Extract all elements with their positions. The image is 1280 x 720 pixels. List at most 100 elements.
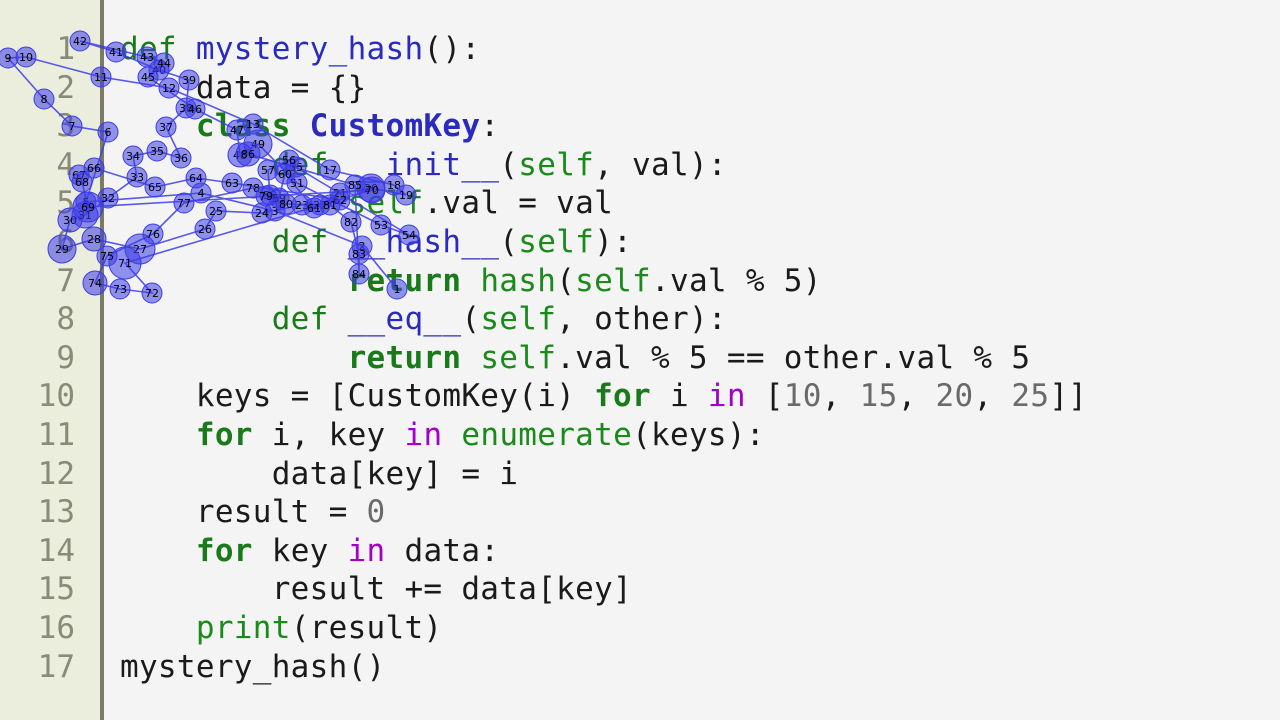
line-number: 2 [56,69,75,106]
code-line[interactable]: 2 data = {} [0,69,1280,108]
line-number: 12 [37,455,75,492]
code-line[interactable]: 7 return hash(self.val % 5) [0,262,1280,301]
code-token: mystery_hash() [120,648,386,685]
code-token: def [271,301,348,338]
line-text: for key in data: [120,532,499,571]
line-number: 5 [56,185,75,222]
code-token: .val = val [423,185,614,222]
code-line[interactable]: 3 class CustomKey: [0,107,1280,146]
line-text: result = 0 [120,493,386,532]
code-token: __hash__ [347,223,500,260]
line-number: 10 [37,378,75,415]
code-token: result = [120,494,367,531]
code-token: in [347,532,386,569]
code-line[interactable]: 13 result = 0 [0,493,1280,532]
code-line[interactable]: 17 mystery_hash() [0,648,1280,687]
line-text: return self.val % 5 == other.val % 5 [120,339,1030,378]
line-number: 15 [37,571,75,608]
code-token: : [480,108,500,145]
code-token: 0 [366,494,386,531]
code-token: self [518,223,595,260]
code-token: , [821,378,860,415]
code-token: def [120,31,196,67]
code-token: ( [556,262,576,299]
code-token: (result) [290,609,443,646]
code-line[interactable]: 6 def __hash__(self): [0,223,1280,262]
line-number: 14 [37,532,75,569]
code-line[interactable]: 1 def mystery_hash(): [0,30,1280,69]
code-token: result += data[key] [120,571,633,608]
code-line[interactable]: 12 data[key] = i [0,455,1280,494]
line-text: print(result) [120,609,442,648]
code-token: class [195,108,310,145]
code-line[interactable]: 11 for i, key in enumerate(keys): [0,416,1280,455]
code-token: 20 [935,378,974,415]
code-token: keys = [CustomKey(i) [120,378,595,415]
line-text: result += data[key] [120,570,632,609]
line-text: def mystery_hash(): [120,30,480,69]
line-number: 6 [56,223,75,260]
code-token: ( [499,223,519,260]
code-editor[interactable]: 1 def mystery_hash(): 2 data = {} 3 class C… [0,0,1280,720]
code-token: data[key] = i [120,455,519,492]
code-token: , val): [594,146,727,183]
code-token: i, key [252,416,405,453]
line-text: data = {} [120,69,367,108]
code-token: (): [423,31,481,67]
code-token: __eq__ [347,301,462,338]
code-token: mystery_hash [195,31,424,67]
code-line[interactable]: 15 result += data[key] [0,570,1280,609]
line-number: 4 [56,146,75,183]
code-area[interactable]: 1 def mystery_hash(): 2 data = {} 3 class C… [0,30,1280,686]
code-token: ( [461,301,481,338]
code-token: ): [594,223,633,260]
line-number: 11 [37,416,75,453]
line-text: self.val = val [120,184,613,223]
code-line[interactable]: 8 def __eq__(self, other): [0,300,1280,339]
code-token: in [707,378,746,415]
code-token: self [518,146,595,183]
line-text: keys = [CustomKey(i) for i in [10, 15, 2… [120,377,1087,416]
line-number: 8 [56,301,75,338]
code-token: self [480,301,557,338]
code-token: for [594,378,651,415]
line-number: 3 [56,108,75,145]
code-token: self [480,339,557,376]
code-token: return [347,262,481,299]
code-line[interactable]: 5 self.val = val [0,184,1280,223]
line-number: 16 [37,609,75,646]
line-number: 1 [56,31,75,67]
code-token: for [195,532,253,569]
line-text: class CustomKey: [120,107,499,146]
line-text: def __eq__(self, other): [120,300,727,339]
code-token: .val % 5 == other.val % 5 [556,339,1031,376]
line-text: for i, key in enumerate(keys): [120,416,765,455]
code-token: data: [385,532,500,569]
code-token: 10 [783,378,822,415]
line-number: 17 [37,648,75,685]
code-token: def [271,146,348,183]
code-token: 15 [859,378,898,415]
code-line[interactable]: 16 print(result) [0,609,1280,648]
code-token: __init__ [347,146,500,183]
code-token: self [347,185,424,222]
code-token: , other): [556,301,727,338]
code-line[interactable]: 4 def __init__(self, val): [0,146,1280,185]
code-line[interactable]: 9 return self.val % 5 == other.val % 5 [0,339,1280,378]
code-line[interactable]: 14 for key in data: [0,532,1280,571]
line-text: def __init__(self, val): [120,146,727,185]
code-token: , [973,378,1012,415]
code-token: 25 [1011,378,1050,415]
code-token: def [271,223,348,260]
code-token: for [195,416,253,453]
code-token: (keys): [632,416,765,453]
code-line[interactable]: 10 keys = [CustomKey(i) for i in [10, 15… [0,377,1280,416]
line-number: 13 [37,494,75,531]
code-token: ( [499,146,519,183]
